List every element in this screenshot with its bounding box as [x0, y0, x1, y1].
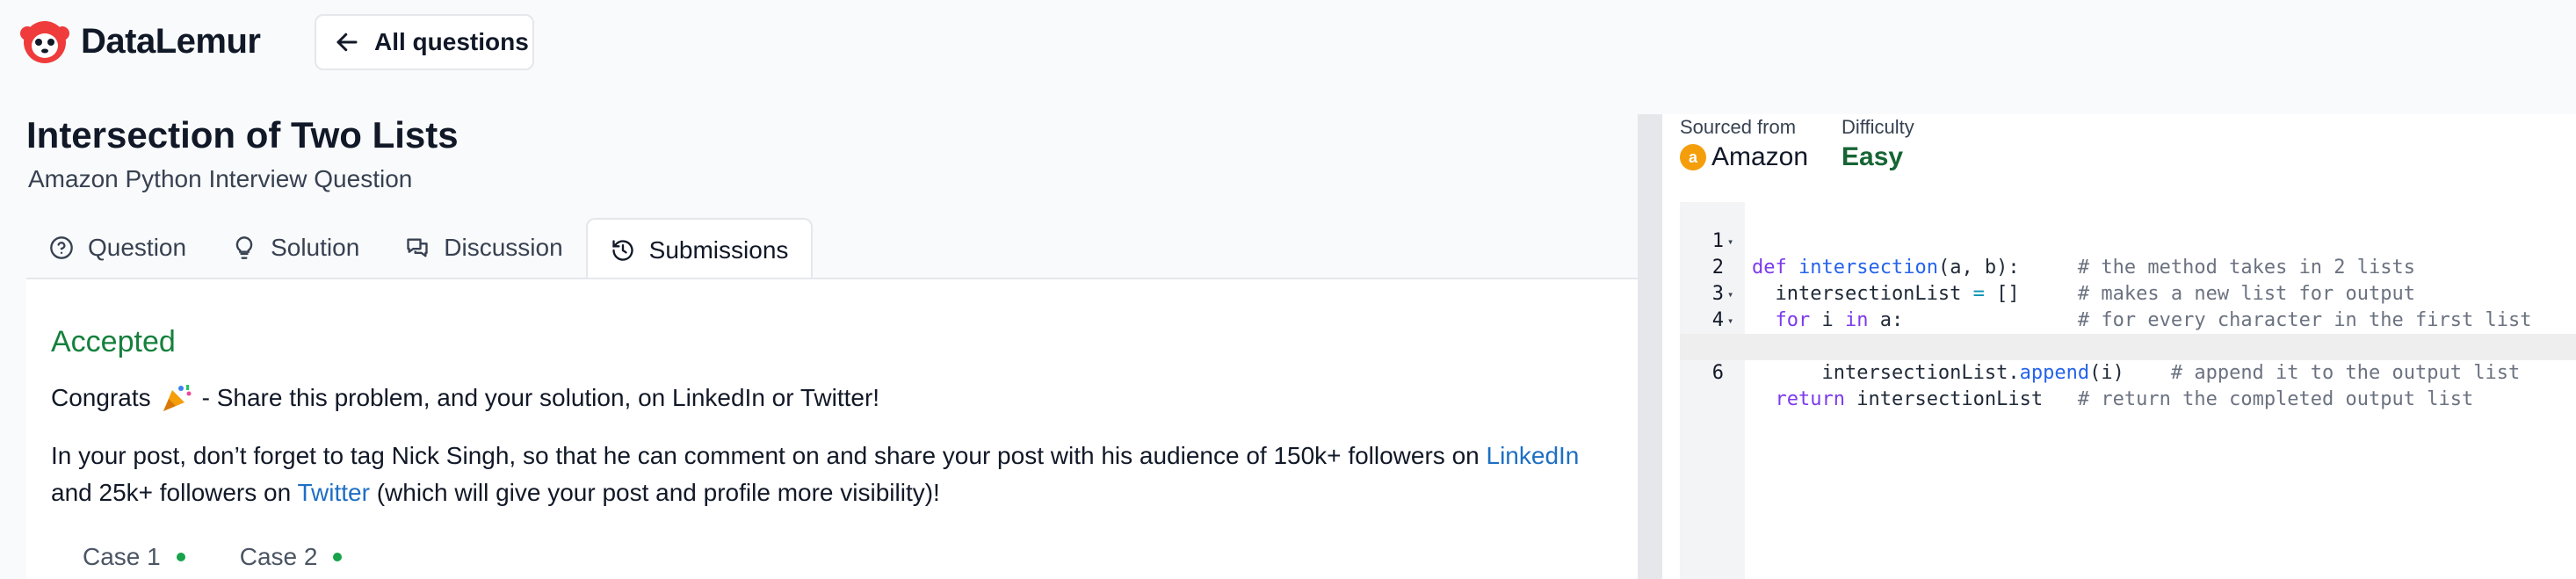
status-accepted: Accepted: [51, 325, 176, 358]
company-name: Amazon: [1711, 142, 1809, 171]
line-number: 6: [1711, 362, 1724, 384]
case-2-label: Case 2: [239, 543, 318, 570]
post-text-2: and 25k+ followers on: [51, 479, 292, 506]
all-questions-label: All questions: [374, 28, 529, 55]
tab-discussion-label: Discussion: [444, 234, 563, 261]
pass-dot-icon: [176, 553, 185, 561]
tab-solution[interactable]: Solution: [209, 218, 382, 278]
amazon-icon: a: [1680, 144, 1706, 170]
code-line: 3 ▾ for i in a: # for every character in …: [1680, 255, 2576, 331]
case-1-label: Case 1: [83, 543, 161, 570]
page-subtitle: Amazon Python Interview Question: [28, 165, 413, 192]
case-tab-1[interactable]: Case 1: [83, 543, 185, 571]
tab-question[interactable]: Question: [26, 218, 209, 278]
pass-dot-icon: [333, 553, 343, 561]
tab-submissions-label: Submissions: [648, 236, 789, 264]
tab-solution-label: Solution: [271, 234, 360, 261]
sourced-from-label: Sourced from: [1680, 116, 1797, 138]
lemur-logo-icon: [20, 21, 69, 63]
post-instructions: In your post, don’t forget to tag Nick S…: [51, 438, 1632, 511]
difficulty-badge: Easy: [1842, 142, 1904, 171]
party-popper-icon: [163, 385, 192, 411]
editor-panel: Sourced from a Amazon Difficulty Easy 1 ▾…: [1662, 114, 2576, 579]
code-line: 2 intersectionList = [] # makes a new li…: [1680, 228, 2576, 305]
difficulty-label: Difficulty: [1842, 116, 1914, 138]
lightbulb-icon: [235, 236, 253, 259]
code-line: 4▾ if i in b: # if it's also in the seco…: [1680, 281, 2576, 358]
test-cases: Case 1 Case 2: [83, 543, 396, 571]
question-circle-icon: [50, 236, 73, 259]
post-text-1: In your post, don’t forget to tag Nick S…: [51, 442, 1480, 469]
tab-question-label: Question: [88, 234, 187, 261]
question-tabs: Question Solution Discussion Submissions: [26, 218, 814, 281]
share-prompt: - Share this problem, and your solution,…: [201, 384, 880, 411]
all-questions-button[interactable]: All questions: [315, 14, 534, 70]
code-line: 5 intersectionList.append(i) # append it…: [1680, 308, 2576, 384]
case-tab-2[interactable]: Case 2: [240, 543, 343, 571]
congrats-text: Congrats - Share this problem, and your …: [51, 383, 879, 413]
tab-discussion[interactable]: Discussion: [382, 218, 585, 278]
datalemur-logo[interactable]: DataLemur: [19, 16, 261, 67]
code-lines: 1 ▾ def intersection(a, b): # the method …: [1680, 202, 2576, 410]
submission-panel: Accepted Congrats - Share this problem, …: [26, 279, 1638, 579]
congrats-label: Congrats: [51, 384, 151, 411]
page-title: Intersection of Two Lists: [26, 114, 459, 156]
code-line-active: 6 return intersectionList # return the c…: [1680, 334, 2576, 410]
code-editor[interactable]: 1 ▾ def intersection(a, b): # the method …: [1680, 202, 2576, 579]
arrow-left-icon: [336, 33, 358, 52]
code-line: 1 ▾ def intersection(a, b): # the method …: [1680, 202, 2576, 279]
chat-bubbles-icon: [407, 238, 428, 257]
history-icon: [611, 240, 633, 261]
linkedin-link[interactable]: LinkedIn: [1487, 442, 1580, 469]
post-text-3: (which will give your post and profile m…: [376, 479, 940, 506]
tab-submissions[interactable]: Submissions: [585, 218, 814, 281]
twitter-link[interactable]: Twitter: [297, 479, 369, 506]
brand-name: DataLemur: [81, 21, 261, 61]
panel-resize-handle[interactable]: [1638, 114, 1662, 579]
